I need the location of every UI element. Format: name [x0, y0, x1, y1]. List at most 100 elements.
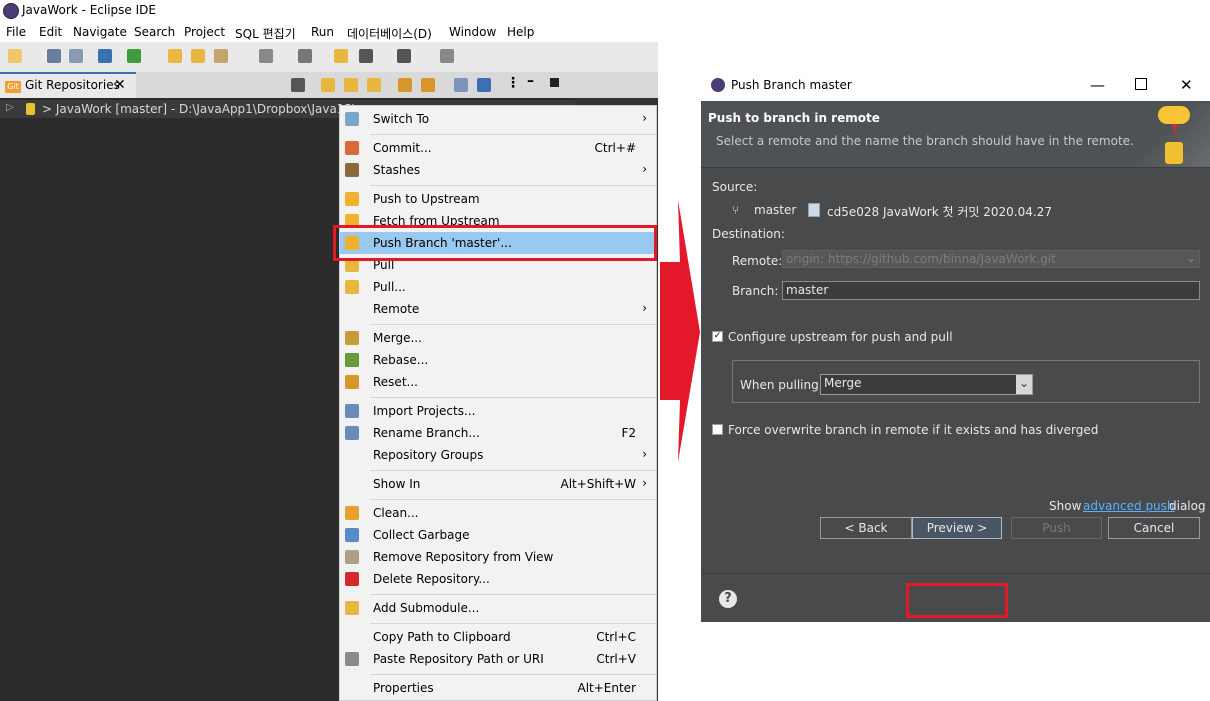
highlight-box-preview [906, 583, 1008, 618]
menu-item-copy-path-to-clipboard[interactable]: Copy Path to Clipboard Ctrl+C [340, 626, 656, 648]
menu-item-properties[interactable]: Properties Alt+Enter [340, 677, 656, 699]
menu-item-label: Remote [373, 302, 420, 316]
tab-git-repositories[interactable]: Git Git Repositories ✕ [0, 72, 136, 98]
back-icon[interactable] [359, 49, 373, 63]
toggle-view-icon[interactable] [477, 78, 491, 92]
submenu-arrow-icon: › [642, 447, 647, 461]
menu-item-collect-garbage[interactable]: Collect Garbage [340, 524, 656, 546]
menu-item-label: Repository Groups [373, 448, 484, 462]
menu-item-paste-repository-path-or-uri[interactable]: Paste Repository Path or URI Ctrl+V [340, 648, 656, 670]
advanced-push-link[interactable]: advanced push [1083, 499, 1175, 513]
menu-item-repository-groups[interactable]: Repository Groups › [340, 444, 656, 466]
menu-item-switch-to[interactable]: Switch To › [340, 108, 656, 130]
repository-icon [1165, 142, 1183, 164]
menu-item-label: Paste Repository Path or URI [373, 652, 544, 666]
branch-input[interactable]: master [782, 281, 1200, 300]
menu-item-add-submodule[interactable]: Add Submodule... [340, 597, 656, 619]
last-edit-icon[interactable] [334, 49, 348, 63]
submenu-arrow-icon: › [642, 476, 647, 490]
menu-item-delete-repository[interactable]: Delete Repository... [340, 568, 656, 590]
minimize-view-icon[interactable] [291, 78, 305, 92]
when-pulling-select[interactable]: Merge ⌄ [820, 374, 1033, 395]
forward-icon[interactable] [397, 49, 411, 63]
menu-bar: File Edit Navigate Search Project SQL 편집… [0, 22, 660, 42]
pencil-icon[interactable] [214, 49, 228, 63]
menu-edit[interactable]: Edit [39, 25, 62, 39]
context-menu: Switch To › Commit... Ctrl+# Stashes › Push to… [339, 105, 657, 701]
force-overwrite-label: Force overwrite branch in remote if it e… [728, 423, 1099, 437]
expand-arrow-icon[interactable]: ▷ [6, 102, 14, 113]
menu-file[interactable]: File [6, 25, 26, 39]
add-repo-icon[interactable] [321, 78, 335, 92]
merge-icon [345, 331, 359, 345]
menu-item-clean[interactable]: Clean... [340, 502, 656, 524]
new-icon[interactable] [8, 49, 22, 63]
menu-separator [370, 324, 656, 325]
minimize-window-icon[interactable]: — [1090, 76, 1105, 94]
menu-item-commit[interactable]: Commit... Ctrl+# [340, 137, 656, 159]
chevron-down-icon: ⌄ [1185, 251, 1196, 265]
cancel-button[interactable]: Cancel [1108, 517, 1200, 539]
push-button[interactable]: Push [1011, 517, 1102, 539]
next-annotation-icon[interactable] [259, 49, 273, 63]
view-menu-icon[interactable]: ⋮ [506, 75, 520, 91]
menu-item-show-in[interactable]: Show In Alt+Shift+W › [340, 473, 656, 495]
link-icon[interactable] [421, 78, 435, 92]
open-folder-icon[interactable] [191, 49, 205, 63]
menu-project[interactable]: Project [184, 25, 225, 39]
menu-help[interactable]: Help [507, 25, 534, 39]
clone-repo-icon[interactable] [344, 78, 358, 92]
menu-sql-editor[interactable]: SQL 편집기 [235, 25, 296, 42]
title-bar: JavaWork - Eclipse IDE [0, 0, 660, 22]
menu-item-label: Switch To [373, 112, 430, 126]
menu-run[interactable]: Run [311, 25, 334, 39]
show-text: Show [1049, 499, 1082, 513]
refresh-icon[interactable] [398, 78, 412, 92]
garbage-icon [345, 528, 359, 542]
prev-annotation-icon[interactable] [298, 49, 312, 63]
dialog-title-bar: Push Branch master — ✕ [701, 70, 1210, 101]
remote-select[interactable]: origin: https://github.com/binna/JavaWor… [782, 250, 1200, 268]
preview-button[interactable]: Preview > [912, 517, 1002, 539]
menu-item-label: Rebase... [373, 353, 429, 367]
menu-window[interactable]: Window [449, 25, 496, 39]
menu-item-push-to-upstream[interactable]: Push to Upstream [340, 188, 656, 210]
highlight-box-push-branch [333, 225, 657, 261]
maximize-icon[interactable] [550, 78, 559, 87]
menu-item-pull[interactable]: Pull... [340, 276, 656, 298]
menu-item-remote[interactable]: Remote › [340, 298, 656, 320]
back-button[interactable]: < Back [820, 517, 912, 539]
menu-navigate[interactable]: Navigate [73, 25, 127, 39]
force-overwrite-checkbox[interactable] [712, 424, 723, 435]
menu-item-reset[interactable]: Reset... [340, 371, 656, 393]
menu-database[interactable]: 데이터베이스(D) [347, 25, 432, 42]
menu-search[interactable]: Search [134, 25, 175, 39]
collapse-icon[interactable] [454, 78, 468, 92]
menu-item-stashes[interactable]: Stashes › [340, 159, 656, 181]
menu-item-label: Merge... [373, 331, 422, 345]
open-type-icon[interactable] [168, 49, 182, 63]
close-icon[interactable]: ✕ [114, 77, 126, 93]
dialog-banner: Push to branch in remote Select a remote… [701, 101, 1210, 168]
menu-separator [370, 623, 656, 624]
rename-icon [345, 426, 359, 440]
save-icon[interactable] [47, 49, 61, 63]
create-repo-icon[interactable] [367, 78, 381, 92]
menu-item-rebase[interactable]: Rebase... [340, 349, 656, 371]
menu-item-remove-repository-from-view[interactable]: Remove Repository from View [340, 546, 656, 568]
minimize-icon[interactable]: – [527, 73, 534, 89]
configure-upstream-checkbox[interactable]: ✓ [712, 331, 723, 342]
maximize-window-icon[interactable] [1135, 78, 1147, 90]
help-icon[interactable]: ? [719, 590, 737, 608]
menu-item-import-projects[interactable]: Import Projects... [340, 400, 656, 422]
perspective-icon[interactable] [440, 49, 454, 63]
save-all-icon[interactable] [69, 49, 83, 63]
debug-icon[interactable] [127, 49, 141, 63]
configure-upstream-label: Configure upstream for push and pull [728, 330, 953, 344]
close-window-icon[interactable]: ✕ [1180, 76, 1193, 94]
terminal-icon[interactable] [98, 49, 112, 63]
menu-item-rename-branch[interactable]: Rename Branch... F2 [340, 422, 656, 444]
menu-item-merge[interactable]: Merge... [340, 327, 656, 349]
repository-icon [26, 103, 35, 115]
remote-label: Remote: [732, 254, 783, 268]
